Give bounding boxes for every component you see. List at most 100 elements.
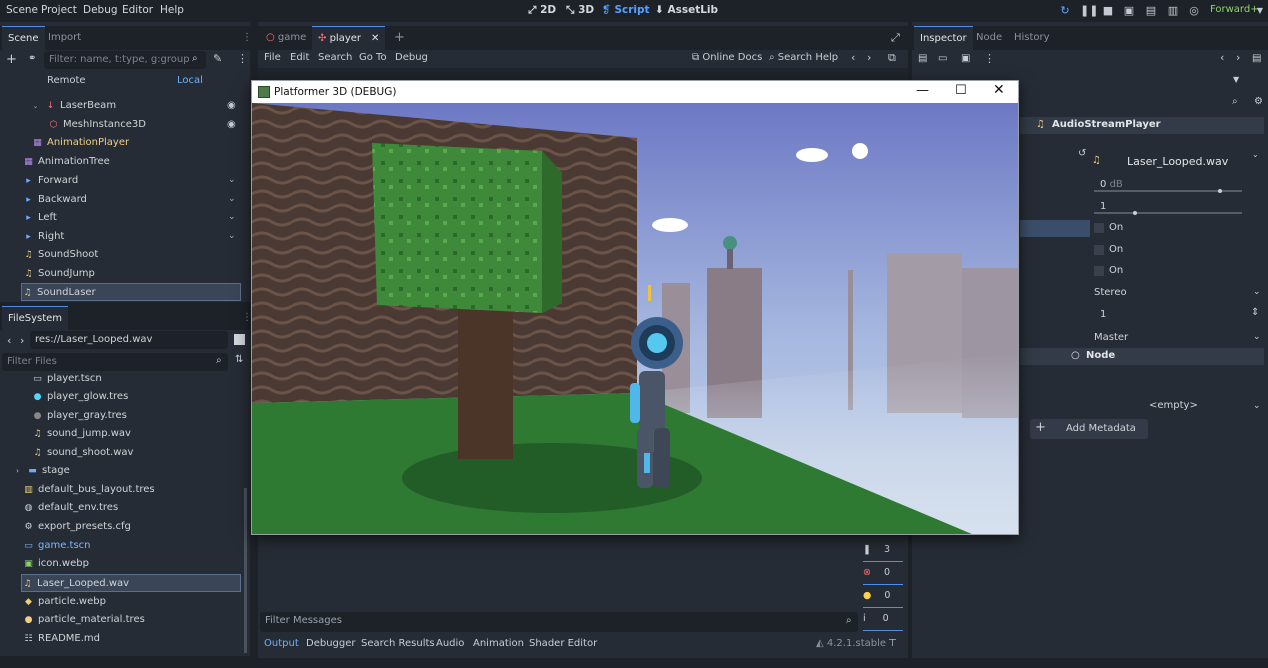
tab-history[interactable]: History	[1008, 26, 1056, 50]
close-icon[interactable]: ✕	[371, 33, 379, 44]
volume-value[interactable]: 0 dB	[1100, 179, 1123, 190]
pin-icon[interactable]: ⊤	[888, 638, 897, 649]
add-metadata-button[interactable]: + Add Metadata	[1030, 419, 1148, 439]
tab-import[interactable]: Import	[42, 26, 87, 50]
history-back-icon[interactable]: ‹	[1220, 51, 1224, 64]
scene-filter-input[interactable]: Filter: name, t:type, g:group	[44, 51, 206, 69]
message-counter[interactable]: ❚ 3	[863, 544, 903, 562]
game-window-titlebar[interactable]: Platformer 3D (DEBUG) — ☐ ✕	[252, 81, 1018, 103]
menu-scene[interactable]: Scene	[6, 4, 38, 16]
file-game-tscn[interactable]: ▭ game.tscn	[23, 537, 233, 555]
slider-grabber[interactable]	[1133, 211, 1137, 215]
reload-icon[interactable]: ↻	[1058, 4, 1072, 18]
mix-target-select[interactable]: Stereo	[1094, 287, 1127, 298]
folder-stage[interactable]: › ▬ stage	[12, 462, 232, 480]
filter-settings-icon[interactable]: ⚙	[1254, 96, 1263, 107]
file-sound-jump[interactable]: ♫ sound_jump.wav	[32, 425, 232, 443]
attach-script-icon[interactable]: ✎	[213, 52, 222, 65]
split-mode-icon[interactable]	[234, 334, 245, 345]
file-default-env[interactable]: ◍ default_env.tres	[23, 499, 233, 517]
game-window[interactable]: Platformer 3D (DEBUG) — ☐ ✕	[251, 80, 1019, 535]
filter-messages-input[interactable]: Filter Messages	[260, 612, 858, 632]
history-back-icon[interactable]: ‹	[851, 51, 855, 64]
file-icon-webp[interactable]: ▣ icon.webp	[23, 555, 233, 573]
metadata-value[interactable]: <empty>	[1149, 400, 1198, 411]
open-resource-icon[interactable]: ▭	[938, 53, 947, 64]
visibility-eye-icon[interactable]: ◉	[227, 119, 236, 130]
expand-chevron-icon[interactable]: ⌄	[228, 194, 236, 204]
history-forward-icon[interactable]: ›	[867, 51, 871, 64]
stream-value[interactable]: Laser_Looped.wav	[1127, 155, 1228, 168]
search-help-button[interactable]: ⌕ Search Help	[769, 52, 838, 63]
chevron-down-icon[interactable]: ⌄	[1252, 150, 1259, 159]
workspace-3d-button[interactable]: ⤡ 3D	[566, 4, 594, 17]
back-arrow-icon[interactable]: ‹	[7, 334, 11, 347]
local-button[interactable]: Local	[177, 75, 203, 86]
minimize-icon[interactable]: —	[916, 83, 929, 98]
renderer-selector[interactable]: Forward+	[1210, 4, 1259, 15]
menu-debug[interactable]: Debug	[83, 4, 118, 16]
file-readme[interactable]: ☷ README.md	[23, 630, 233, 648]
slider-grabber[interactable]	[1218, 189, 1222, 193]
max-polyphony-value[interactable]: 1	[1100, 309, 1106, 320]
tree-item-right[interactable]: ▸ Right	[23, 228, 233, 246]
file-player-gray[interactable]: ● player_gray.tres	[32, 407, 232, 425]
pitch-value[interactable]: 1	[1100, 201, 1106, 212]
stop-icon[interactable]: ■	[1101, 4, 1115, 18]
tree-item-animationplayer[interactable]: ▦ AnimationPlayer	[32, 134, 232, 152]
maximize-icon[interactable]: ☐	[955, 83, 967, 98]
tab-inspector[interactable]: Inspector	[914, 26, 973, 50]
online-docs-button[interactable]: ⧉ Online Docs	[692, 52, 762, 63]
expand-chevron-icon[interactable]: ⌄	[228, 212, 236, 222]
tab-player[interactable]: ✣ player ✕	[312, 26, 386, 50]
expand-chevron-icon[interactable]: ⌄	[228, 231, 236, 241]
sort-icon[interactable]: ⇅	[235, 354, 243, 365]
remote-button[interactable]: Remote	[47, 75, 86, 86]
error-counter[interactable]: ⊗ 0	[863, 567, 903, 585]
tab-game[interactable]: ○ game	[260, 26, 312, 50]
filesystem-scrollbar[interactable]	[244, 488, 247, 653]
movie-icon[interactable]: ◎	[1187, 4, 1201, 18]
script-menu-search[interactable]: Search	[318, 52, 352, 63]
node-section-header[interactable]: ○ Node	[1020, 348, 1264, 365]
tree-item-animationtree[interactable]: ▦ AnimationTree	[23, 153, 233, 171]
pitch-slider[interactable]	[1094, 211, 1242, 215]
tab-output[interactable]: Output	[264, 638, 299, 649]
playing-checkbox[interactable]	[1094, 266, 1104, 276]
tab-scene[interactable]: Scene	[2, 26, 45, 50]
autoplay-checkbox[interactable]	[1094, 223, 1104, 233]
history-forward-icon[interactable]: ›	[1236, 51, 1240, 64]
menu-editor[interactable]: Editor	[122, 4, 153, 16]
workspace-script-button[interactable]: ❡ Script	[602, 4, 650, 16]
tree-item-left[interactable]: ▸ Left	[23, 209, 233, 227]
tree-item-soundshoot[interactable]: ♫ SoundShoot	[23, 246, 233, 264]
menu-help[interactable]: Help	[160, 4, 184, 16]
file-default-bus-layout[interactable]: ▥ default_bus_layout.tres	[23, 481, 233, 499]
file-laser-looped[interactable]: ♫ Laser_Looped.wav	[21, 574, 241, 592]
script-menu-goto[interactable]: Go To	[359, 52, 387, 63]
volume-slider[interactable]	[1094, 189, 1242, 193]
play-scene-icon[interactable]: ▤	[1144, 4, 1158, 18]
tab-filesystem[interactable]: FileSystem	[2, 306, 69, 330]
play-custom-icon[interactable]: ▥	[1166, 4, 1180, 18]
tab-audio[interactable]: Audio	[436, 638, 464, 649]
tab-node[interactable]: Node	[970, 26, 1008, 50]
inspector-menu-icon[interactable]: ⋮	[984, 52, 995, 65]
file-particle-webp[interactable]: ◆ particle.webp	[23, 593, 233, 611]
dock-menu-icon[interactable]: ⋮	[242, 32, 252, 43]
tab-debugger[interactable]: Debugger	[306, 638, 356, 649]
warning-counter[interactable]: ● 0	[863, 590, 903, 608]
close-window-icon[interactable]: ✕	[993, 82, 1005, 98]
tab-search-results[interactable]: Search Results	[361, 638, 435, 649]
tree-item-forward[interactable]: ▸ Forward	[23, 172, 233, 190]
stream-paused-checkbox[interactable]	[1094, 245, 1104, 255]
workspace-2d-button[interactable]: ⤢ 2D	[528, 4, 556, 17]
save-resource-icon[interactable]: ▣	[961, 53, 970, 64]
link-icon[interactable]: ⚭	[28, 53, 36, 64]
remote-debug-icon[interactable]: ▣	[1122, 4, 1136, 18]
file-export-presets[interactable]: ⚙ export_presets.cfg	[23, 518, 233, 536]
forward-arrow-icon[interactable]: ›	[20, 334, 24, 347]
info-counter[interactable]: i 0	[863, 613, 903, 631]
bus-select[interactable]: Master	[1094, 332, 1128, 343]
workspace-assetlib-button[interactable]: ⬇ AssetLib	[655, 4, 718, 16]
